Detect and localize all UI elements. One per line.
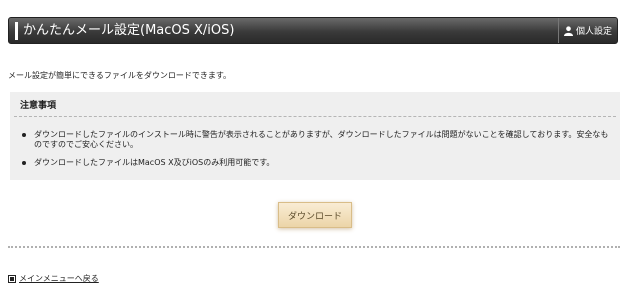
personal-settings-label: 個人設定	[575, 27, 612, 37]
bullet-icon	[22, 161, 26, 165]
header-accent-bar	[15, 22, 18, 40]
notice-box: 注意事項 ダウンロードしたファイルのインストール時に警告が表示されることがありま…	[10, 92, 620, 180]
person-icon	[563, 25, 573, 36]
back-to-main-menu-link[interactable]: メインメニューへ戻る	[8, 273, 99, 284]
page-title: かんたんメール設定(MacOS X/iOS)	[23, 23, 235, 38]
bullet-icon	[22, 133, 26, 137]
square-bullet-icon	[8, 274, 16, 283]
notice-list: ダウンロードしたファイルのインストール時に警告が表示されることがありますが、ダウ…	[22, 130, 610, 176]
notice-title: 注意事項	[20, 101, 57, 111]
intro-text: メール設定が簡単にできるファイルをダウンロードできます。	[8, 71, 232, 80]
page-header: かんたんメール設定(MacOS X/iOS) 個人設定	[8, 17, 618, 44]
notice-item-text: ダウンロードしたファイルはMacOS X及びiOSのみ利用可能です。	[34, 158, 275, 167]
notice-item: ダウンロードしたファイルのインストール時に警告が表示されることがありますが、ダウ…	[22, 130, 610, 150]
personal-settings-button[interactable]: 個人設定	[558, 18, 617, 43]
notice-item: ダウンロードしたファイルはMacOS X及びiOSのみ利用可能です。	[22, 158, 610, 168]
back-link-label[interactable]: メインメニューへ戻る	[19, 273, 99, 284]
notice-item-text: ダウンロードしたファイルのインストール時に警告が表示されることがありますが、ダウ…	[34, 130, 609, 149]
section-divider	[8, 246, 620, 248]
download-button[interactable]: ダウンロード	[278, 202, 352, 228]
notice-divider	[14, 116, 616, 117]
